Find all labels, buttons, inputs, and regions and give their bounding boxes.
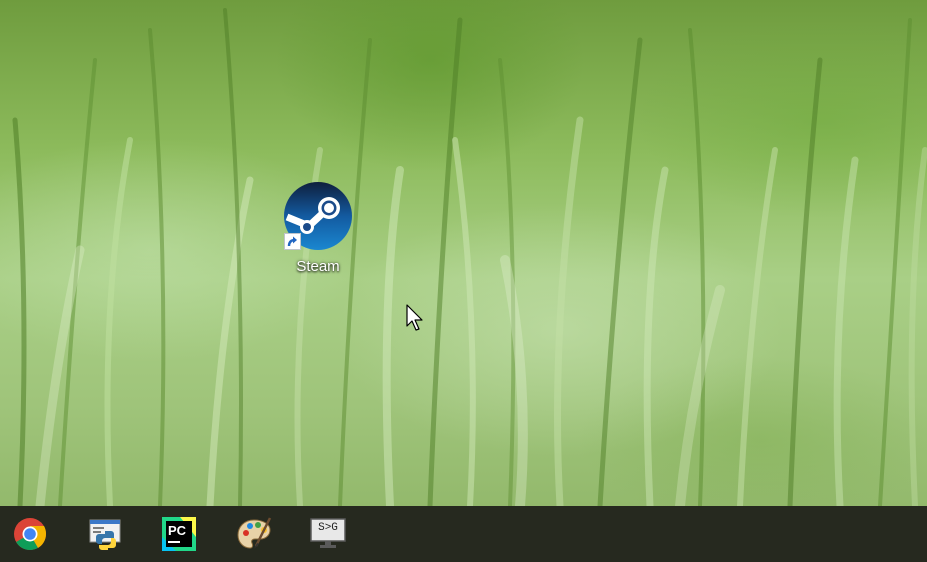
taskbar-python-button[interactable] (87, 516, 123, 552)
chrome-icon (14, 518, 47, 551)
taskbar-terminal-button[interactable]: S>G (310, 516, 346, 552)
terminal-label: S>G (318, 522, 338, 534)
shortcut-arrow-icon (284, 233, 301, 250)
mouse-cursor-icon (406, 304, 423, 331)
grass-wallpaper (12, 8, 927, 506)
desktop-icon-label: Steam (296, 258, 340, 275)
desktop-background[interactable]: Steam (0, 0, 927, 506)
taskbar: PC S>G (0, 506, 927, 562)
pycharm-label: PC (168, 523, 187, 538)
terminal-monitor-icon: S>G (310, 517, 346, 551)
taskbar-paint-button[interactable] (236, 516, 272, 552)
taskbar-chrome-button[interactable] (12, 516, 48, 552)
pycharm-icon: PC (162, 517, 196, 551)
paint-palette-icon (237, 517, 272, 549)
pycharm-underline (168, 541, 180, 543)
taskbar-pycharm-button[interactable]: PC (161, 516, 197, 552)
desktop-shortcut-steam[interactable]: Steam (276, 178, 360, 276)
python-icon (89, 519, 121, 550)
